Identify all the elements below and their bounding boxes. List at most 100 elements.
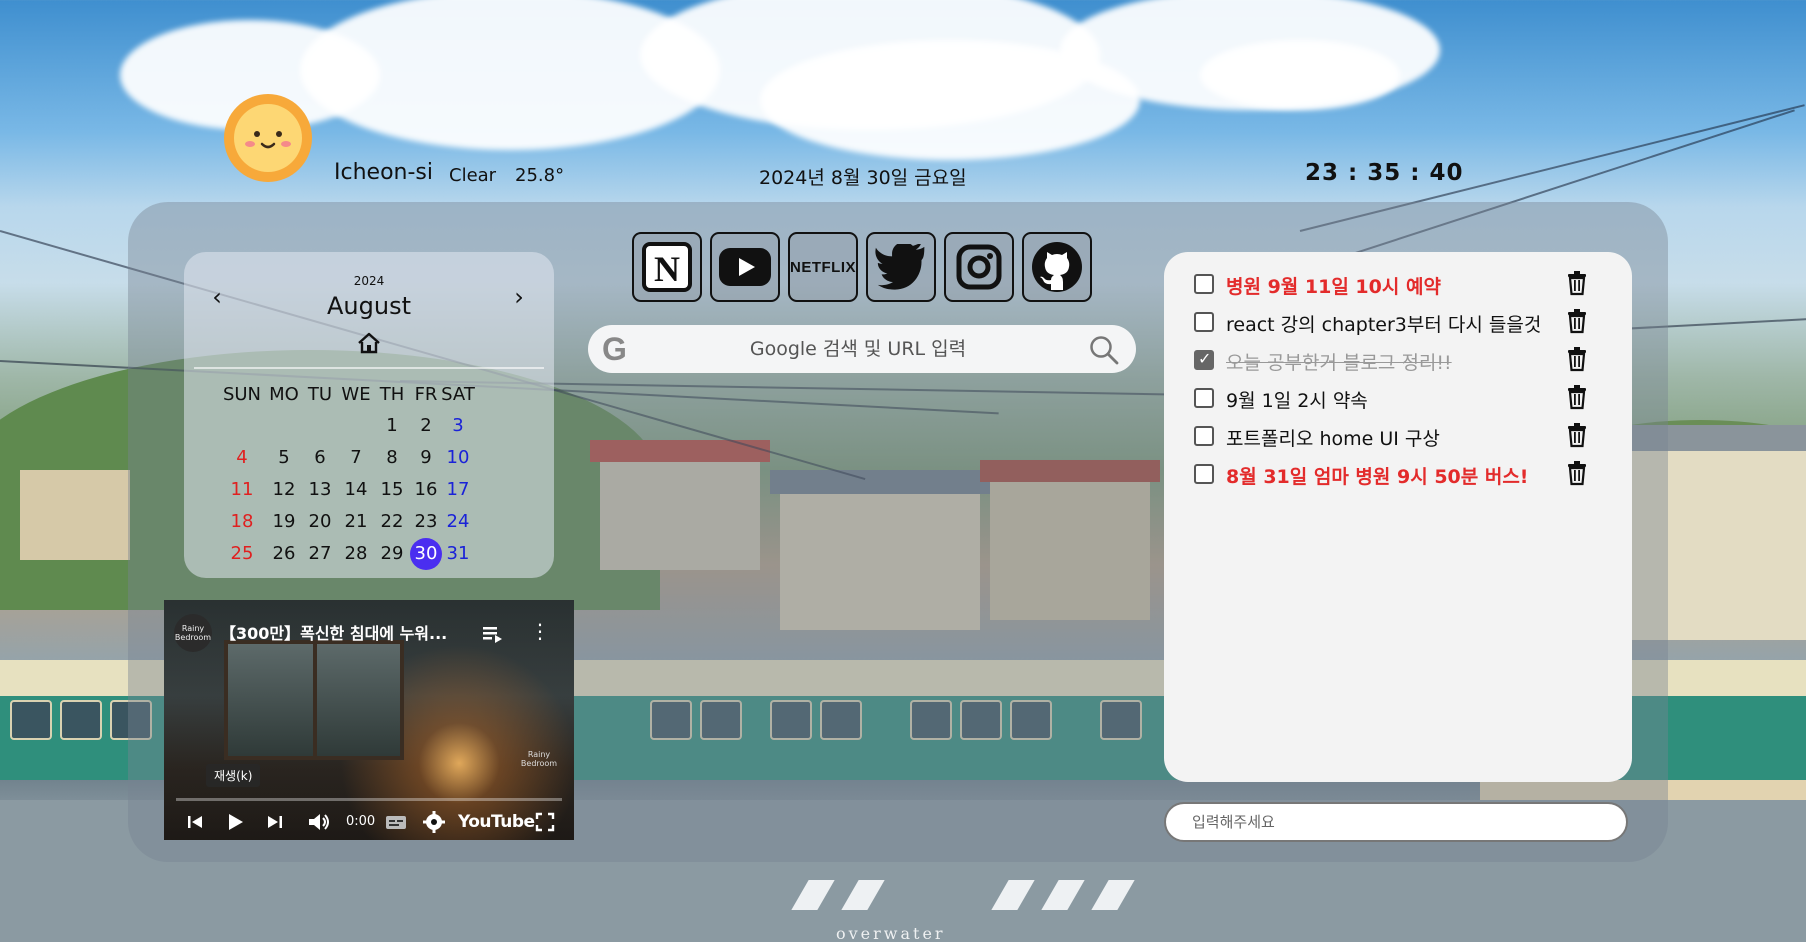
next-icon[interactable] [264,808,286,836]
todo-checkbox[interactable] [1194,349,1214,370]
youtube-shortcut[interactable] [710,232,780,302]
calendar-day[interactable]: 11 [224,474,260,506]
calendar-day[interactable]: 10 [440,442,476,474]
youtube-player[interactable]: Rainy Bedroom 【300만】폭신한 침대에 누워... ⋮ Rain… [164,600,574,840]
calendar-day[interactable]: 12 [266,474,302,506]
calendar-day[interactable]: 26 [266,538,302,570]
trash-icon[interactable] [1566,270,1588,296]
volume-icon[interactable] [306,808,332,836]
clock: 23 : 35 : 40 [1305,160,1464,186]
trash-icon[interactable] [1566,308,1588,334]
calendar-day[interactable]: 18 [224,506,260,538]
play-icon[interactable] [224,808,246,836]
todo-text: 9월 1일 2시 약속 [1226,390,1368,412]
search-icon[interactable] [1088,334,1120,366]
todo-text: react 강의 chapter3부터 다시 들을것 [1226,314,1542,336]
chevron-right-icon[interactable]: › [504,282,534,312]
calendar-day[interactable]: 24 [440,506,476,538]
instagram-shortcut[interactable] [944,232,1014,302]
calendar: 2024 August ‹ › SUN MO TU WE TH FR SAT 1 2 3 4 5 6 7 8… [184,252,554,578]
weather-temperature: 25.8° [515,165,565,186]
calendar-day[interactable]: 21 [338,506,374,538]
calendar-day[interactable]: 15 [374,474,410,506]
calendar-day[interactable]: 13 [302,474,338,506]
calendar-day[interactable]: 16 [408,474,444,506]
calendar-day[interactable]: 27 [302,538,338,570]
todo-checkbox[interactable] [1194,388,1214,408]
todo-item: 포트폴리오 home UI 구상 [1194,420,1614,454]
notion-icon: N [642,242,692,292]
calendar-day[interactable]: 1 [374,410,410,442]
calendar-day[interactable]: 2 [408,410,444,442]
channel-watermark: Rainy Bedroom [520,750,558,768]
twitter-shortcut[interactable] [866,232,936,302]
calendar-day[interactable]: 31 [440,538,476,570]
calendar-day[interactable]: 5 [266,442,302,474]
todo-checkbox[interactable] [1194,312,1214,332]
search-input[interactable] [648,331,1068,367]
notion-shortcut[interactable]: N [632,232,702,302]
todo-text: 포트폴리오 home UI 구상 [1226,428,1440,450]
todo-item: 9월 1일 2시 약속 [1194,382,1614,416]
todo-item: 오늘 공부한거 블로그 정리!! [1194,344,1614,378]
calendar-day[interactable]: 22 [374,506,410,538]
todo-text: 오늘 공부한거 블로그 정리!! [1226,352,1452,374]
calendar-day-today[interactable]: 30 [410,538,442,570]
calendar-day[interactable]: 3 [440,410,476,442]
calendar-day[interactable]: 6 [302,442,338,474]
google-logo: G [602,331,627,367]
todo-input[interactable] [1164,802,1628,842]
svg-text:N: N [654,249,680,289]
todo-checkbox[interactable] [1194,464,1214,484]
calendar-day[interactable]: 28 [338,538,374,570]
calendar-day[interactable]: 9 [408,442,444,474]
channel-avatar[interactable]: Rainy Bedroom [174,614,212,652]
calendar-day[interactable]: 17 [440,474,476,506]
todo-text: 병원 9월 11일 10시 예약 [1226,276,1441,298]
calendar-day[interactable]: 23 [408,506,444,538]
date-text: 2024년 8월 30일 금요일 [759,167,967,189]
trash-icon[interactable] [1566,384,1588,410]
github-icon [1032,242,1082,292]
weekday-header: MO [269,384,299,405]
chevron-left-icon[interactable]: ‹ [202,282,232,312]
twitter-icon [875,244,925,290]
queue-icon[interactable] [480,620,506,646]
play-tooltip: 재생(k) [206,764,261,787]
trash-icon[interactable] [1566,460,1588,486]
weather-city: Icheon-si [334,160,433,185]
todo-checkbox[interactable] [1194,274,1214,294]
weekday-header: TU [307,384,333,405]
calendar-day[interactable]: 29 [374,538,410,570]
sun-face-icon [224,94,312,182]
calendar-day[interactable]: 19 [266,506,302,538]
calendar-day[interactable]: 8 [374,442,410,474]
google-search-bar: G [588,325,1136,373]
more-vert-icon[interactable]: ⋮ [530,620,550,646]
captions-icon[interactable] [384,808,408,836]
calendar-year: 2024 [353,274,385,288]
todo-item: 병원 9월 11일 10시 예약 [1194,268,1614,302]
home-icon[interactable] [356,331,382,355]
calendar-day[interactable]: 14 [338,474,374,506]
calendar-day[interactable]: 25 [224,538,260,570]
watermark-text: overwater [836,924,946,942]
todo-list: 병원 9월 11일 10시 예약 react 강의 chapter3부터 다시 … [1164,252,1632,782]
calendar-day[interactable]: 20 [302,506,338,538]
todo-item: react 강의 chapter3부터 다시 들을것 [1194,306,1614,340]
netflix-shortcut[interactable]: NETFLIX [788,232,858,302]
calendar-day[interactable]: 4 [224,442,260,474]
netflix-icon: NETFLIX [790,258,856,276]
trash-icon[interactable] [1566,422,1588,448]
calendar-day[interactable]: 7 [338,442,374,474]
todo-checkbox[interactable] [1194,426,1214,446]
settings-icon[interactable] [422,808,446,836]
youtube-logo[interactable]: YouTube [458,808,535,836]
github-shortcut[interactable] [1022,232,1092,302]
trash-icon[interactable] [1566,346,1588,372]
previous-icon[interactable] [184,808,206,836]
video-title[interactable]: 【300만】폭신한 침대에 누워... [220,620,470,644]
weekday-header: SAT [441,384,475,405]
progress-bar[interactable] [176,798,562,801]
fullscreen-icon[interactable] [534,808,556,836]
